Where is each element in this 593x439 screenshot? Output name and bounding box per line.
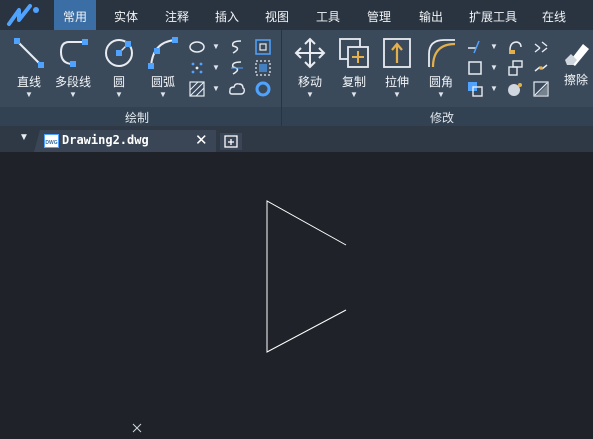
arc-button-label: 圆弧: [150, 75, 175, 89]
document-tab-name: Drawing2.dwg: [62, 133, 149, 147]
chevron-down-icon[interactable]: ▼: [490, 84, 498, 93]
chevron-down-icon[interactable]: ▼: [8, 90, 50, 100]
document-tab[interactable]: DWG Drawing2.dwg ✕: [34, 130, 216, 152]
rectangle-select-icon[interactable]: [466, 59, 484, 77]
tab-solid[interactable]: 实体: [106, 0, 146, 30]
tab-manage[interactable]: 管理: [358, 0, 400, 30]
tab-home[interactable]: 常用: [54, 0, 96, 30]
stretch-icon: [383, 38, 411, 68]
cloud-icon[interactable]: [228, 80, 246, 98]
boundary-icon[interactable]: [254, 59, 272, 77]
fillet-button[interactable]: 圆角 ▼: [421, 36, 461, 100]
fillet-icon: [428, 39, 456, 68]
fillet-button-label: 圆角: [428, 75, 453, 89]
point-icon[interactable]: [188, 59, 206, 77]
circle-button-label: 圆: [112, 75, 125, 89]
rotate-icon[interactable]: [506, 38, 524, 56]
arc-icon: [148, 37, 178, 69]
scale-icon[interactable]: [506, 59, 524, 77]
chevron-down-icon[interactable]: ▼: [421, 90, 461, 100]
trim-icon[interactable]: [466, 38, 484, 56]
chevron-down-icon[interactable]: ▼: [52, 90, 94, 100]
tab-list-dropdown-icon[interactable]: ▼: [19, 132, 29, 143]
app-logo-icon[interactable]: [6, 2, 46, 28]
ellipse-icon[interactable]: [188, 38, 206, 56]
drawn-polyline[interactable]: [266, 200, 347, 353]
menu-bar: 常用 实体 注释 插入 视图 工具 管理 输出 扩展工具 在线: [0, 0, 593, 30]
line-button[interactable]: 直线 ▼: [8, 36, 50, 100]
ucs-origin-icon: [132, 423, 142, 433]
line-button-label: 直线: [16, 75, 41, 89]
hatch-icon[interactable]: [188, 80, 206, 98]
chevron-down-icon[interactable]: ▼: [334, 90, 374, 100]
polyline-button-label: 多段线: [54, 75, 91, 89]
array-icon[interactable]: [466, 80, 484, 98]
chevron-down-icon[interactable]: ▼: [212, 84, 220, 93]
tab-tools[interactable]: 工具: [307, 0, 349, 30]
offset-icon[interactable]: [506, 80, 524, 98]
break-icon[interactable]: [532, 59, 550, 77]
ribbon-label-bar: [0, 107, 593, 126]
new-tab-button[interactable]: [220, 133, 242, 150]
copy-button-label: 复制: [341, 75, 366, 89]
drawing-svg: [132, 200, 347, 433]
copy-icon: [339, 38, 369, 68]
chevron-down-icon[interactable]: ▼: [212, 63, 220, 72]
mirror-icon[interactable]: [532, 80, 550, 98]
chevron-down-icon[interactable]: ▼: [290, 90, 330, 100]
stretch-button[interactable]: 拉伸 ▼: [377, 36, 417, 100]
revision-cloud-spline-icon[interactable]: [228, 59, 246, 77]
chevron-down-icon[interactable]: ▼: [98, 90, 140, 100]
new-tab-icon: [224, 135, 238, 148]
drawing-canvas[interactable]: [0, 152, 593, 434]
donut-icon[interactable]: [254, 80, 272, 98]
tab-annotate[interactable]: 注释: [157, 0, 197, 30]
dwg-file-icon: DWG: [44, 134, 59, 148]
arc-button[interactable]: 圆弧 ▼: [142, 36, 184, 100]
tab-view[interactable]: 视图: [257, 0, 297, 30]
region-icon[interactable]: [254, 38, 272, 56]
chevron-down-icon[interactable]: ▼: [490, 42, 498, 51]
copy-button[interactable]: 复制 ▼: [334, 36, 374, 100]
spline-icon[interactable]: [228, 38, 246, 56]
tab-online[interactable]: 在线: [534, 0, 574, 30]
circle-icon: [105, 39, 133, 67]
chevron-down-icon[interactable]: ▼: [142, 90, 184, 100]
move-button[interactable]: 移动 ▼: [290, 36, 330, 100]
explode-icon[interactable]: [532, 38, 550, 56]
ribbon-panel: 直线 ▼ 多段线 ▼ 圆 ▼ 圆弧 ▼ ▼ ▼ ▼ 绘制 移动 ▼ 复制 ▼ 拉…: [0, 30, 593, 126]
close-icon[interactable]: ✕: [195, 131, 208, 149]
erase-button-label: 擦除: [563, 73, 588, 87]
move-icon: [294, 37, 326, 69]
dwg-badge-text: DWG: [45, 140, 57, 146]
chevron-down-icon[interactable]: ▼: [490, 63, 498, 72]
draw-group-label: 绘制: [125, 111, 150, 125]
modify-group-label: 修改: [430, 111, 455, 125]
chevron-down-icon[interactable]: ▼: [377, 90, 417, 100]
erase-button[interactable]: 擦除: [559, 38, 593, 88]
tab-extensions[interactable]: 扩展工具: [460, 0, 526, 30]
line-icon: [14, 38, 44, 68]
tab-insert[interactable]: 插入: [207, 0, 247, 30]
chevron-down-icon[interactable]: ▼: [212, 42, 220, 51]
tab-output[interactable]: 输出: [410, 0, 452, 30]
stretch-button-label: 拉伸: [384, 75, 409, 89]
circle-button[interactable]: 圆 ▼: [98, 36, 140, 100]
ribbon-separator: [281, 30, 282, 126]
polyline-icon: [59, 39, 88, 67]
eraser-icon: [565, 44, 589, 66]
polyline-button[interactable]: 多段线 ▼: [52, 36, 94, 100]
move-button-label: 移动: [297, 75, 322, 89]
